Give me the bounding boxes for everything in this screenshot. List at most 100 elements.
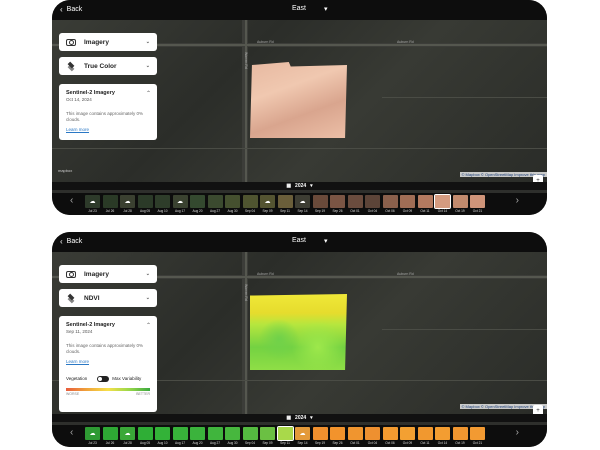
timeline-thumb[interactable]: Aug 27	[207, 427, 223, 445]
timeline-prev-icon[interactable]: ‹	[70, 427, 73, 438]
road-label: Auburn Rd	[397, 272, 414, 276]
timeline-thumb[interactable]: Jul 26	[102, 427, 118, 445]
calendar-icon: ▦	[286, 415, 292, 421]
timeline-thumb[interactable]: Oct 09	[400, 195, 415, 213]
timeline-thumb[interactable]: Aug 05	[137, 427, 153, 445]
timeline-thumb[interactable]: Sep 11	[277, 195, 293, 213]
timeline-thumb[interactable]: Sep 19	[312, 195, 328, 213]
timeline-thumb[interactable]: Sep 19	[312, 427, 328, 445]
cloud-icon: ☁	[295, 427, 310, 440]
timeline-thumb[interactable]: Oct 06	[382, 427, 398, 445]
timeline-date-label: Oct 06	[385, 209, 395, 213]
timeline-thumb[interactable]: Sep 26	[330, 195, 345, 213]
chevron-up-icon[interactable]: ⌃	[146, 90, 151, 97]
thumb-swatch	[417, 195, 433, 208]
layers-icon	[66, 293, 76, 303]
top-bar: ‹ Back East ▾	[52, 232, 547, 252]
thumb-swatch	[207, 427, 223, 440]
timeline-thumb[interactable]: Sep 04	[242, 427, 258, 445]
thumb-swatch	[400, 427, 415, 440]
thumb-swatch	[382, 427, 398, 440]
timeline-thumb[interactable]: Oct 11	[417, 427, 433, 445]
timeline-thumb[interactable]: ☁ Jul 28	[120, 427, 135, 445]
chevron-up-icon[interactable]: ⌃	[146, 322, 151, 329]
timeline-date-label: Sep 26	[332, 441, 343, 445]
timeline-thumb[interactable]: ☁ Aug 17	[172, 195, 188, 213]
timeline-thumb[interactable]: Aug 05	[137, 195, 153, 213]
max-variability-toggle[interactable]	[97, 375, 110, 382]
timeline-date-label: Aug 27	[209, 209, 221, 213]
thumb-swatch	[260, 427, 275, 440]
timeline-date-label: Oct 21	[472, 209, 483, 213]
learn-more-link[interactable]: Learn more	[66, 359, 150, 364]
year-selector[interactable]: ▦ 2024 ▾	[52, 414, 547, 422]
timeline-thumb[interactable]: Oct 01	[347, 427, 363, 445]
timeline-thumb[interactable]: Sep 04	[242, 195, 258, 213]
timeline-thumb[interactable]: Oct 09	[400, 427, 415, 445]
timeline-thumb[interactable]: Aug 10	[155, 195, 170, 213]
timeline-next-icon[interactable]: ›	[516, 195, 519, 206]
timeline-thumb[interactable]: ☁ Jul 23	[85, 427, 100, 445]
timeline-thumb[interactable]: ☁ Jul 23	[85, 195, 100, 213]
timeline-thumb[interactable]: Aug 17	[172, 427, 188, 445]
road-label: Warren Rd	[244, 284, 248, 301]
timeline-thumb[interactable]: ☁ Sep 14	[295, 427, 310, 445]
field-imagery-overlay[interactable]	[250, 62, 347, 138]
timeline-thumb[interactable]: Jul 26	[102, 195, 118, 213]
timeline-date-label: Aug 05	[139, 209, 151, 213]
timeline-thumb[interactable]: Oct 14	[434, 194, 451, 213]
year-selector[interactable]: ▦ 2024 ▾	[52, 182, 547, 190]
timeline-date-label: Sep 26	[332, 209, 343, 213]
timeline-thumb[interactable]: Oct 06	[382, 195, 398, 213]
timeline-thumb[interactable]: Oct 01	[347, 195, 363, 213]
thumb-swatch	[277, 195, 293, 208]
chevron-down-icon: ▾	[310, 415, 313, 421]
field-selector[interactable]: East ▾	[292, 237, 328, 245]
timeline-thumb[interactable]: Aug 20	[190, 195, 205, 213]
timeline-thumb[interactable]: Oct 19	[452, 427, 468, 445]
back-button[interactable]: ‹ Back	[60, 237, 82, 246]
timeline-thumb[interactable]: Sep 11	[276, 426, 294, 445]
imagery-dropdown[interactable]: Imagery ⌄	[59, 33, 157, 51]
timeline-thumb[interactable]: Sep 09	[260, 427, 275, 445]
back-button[interactable]: ‹ Back	[60, 5, 82, 14]
timeline-thumb[interactable]: Oct 04	[365, 427, 380, 445]
timeline-thumb[interactable]: ☁ Jul 28	[120, 195, 135, 213]
timeline-date-label: Sep 04	[244, 209, 256, 213]
timeline-next-icon[interactable]: ›	[516, 427, 519, 438]
timeline-thumb[interactable]: Oct 21	[470, 195, 485, 213]
calendar-icon: ▦	[286, 183, 292, 189]
imagery-dropdown[interactable]: Imagery ⌄	[59, 265, 157, 283]
field-selector[interactable]: East ▾	[292, 5, 328, 13]
chevron-down-icon: ▾	[310, 183, 313, 189]
timeline-date-label: Oct 14	[437, 209, 448, 213]
camera-icon	[66, 269, 76, 279]
layer-dropdown[interactable]: True Color ⌄	[59, 57, 157, 75]
timeline-date-label: Aug 10	[157, 441, 168, 445]
timeline-thumb[interactable]: Aug 20	[190, 427, 205, 445]
timeline-thumb[interactable]: ☁ Sep 09	[260, 195, 275, 213]
timeline-thumb[interactable]: Oct 19	[452, 195, 468, 213]
timeline-thumb[interactable]: Oct 21	[470, 427, 485, 445]
timeline-thumb[interactable]: Sep 26	[330, 427, 345, 445]
timeline-prev-icon[interactable]: ‹	[70, 195, 73, 206]
vegetation-legend-labels: WORSE BETTER	[66, 391, 150, 396]
imagery-timeline: ‹ ☁ Jul 23 Jul 26 ☁ Jul 28 Aug 05 Aug 10 Aug 17…	[52, 425, 547, 447]
timeline-date-label: Aug 27	[209, 441, 221, 445]
layer-dropdown[interactable]: NDVI ⌄	[59, 289, 157, 307]
timeline-thumb[interactable]: Aug 10	[155, 427, 170, 445]
timeline-date-label: Jul 26	[105, 209, 115, 213]
timeline-thumb[interactable]: Oct 04	[365, 195, 380, 213]
timeline-thumb[interactable]: Oct 11	[417, 195, 433, 213]
learn-more-link[interactable]: Learn more	[66, 127, 150, 132]
timeline-thumb[interactable]: ☁ Sep 14	[295, 195, 310, 213]
timeline-thumb[interactable]: Aug 27	[207, 195, 223, 213]
field-ndvi-overlay[interactable]	[250, 294, 347, 370]
timeline-thumb[interactable]: Aug 30	[225, 195, 240, 213]
timeline-date-label: Sep 11	[280, 441, 290, 445]
thumb-swatch	[330, 427, 345, 440]
road	[382, 97, 547, 98]
thumb-swatch	[417, 427, 433, 440]
timeline-thumb[interactable]: Aug 30	[225, 427, 240, 445]
timeline-thumb[interactable]: Oct 14	[435, 427, 450, 445]
